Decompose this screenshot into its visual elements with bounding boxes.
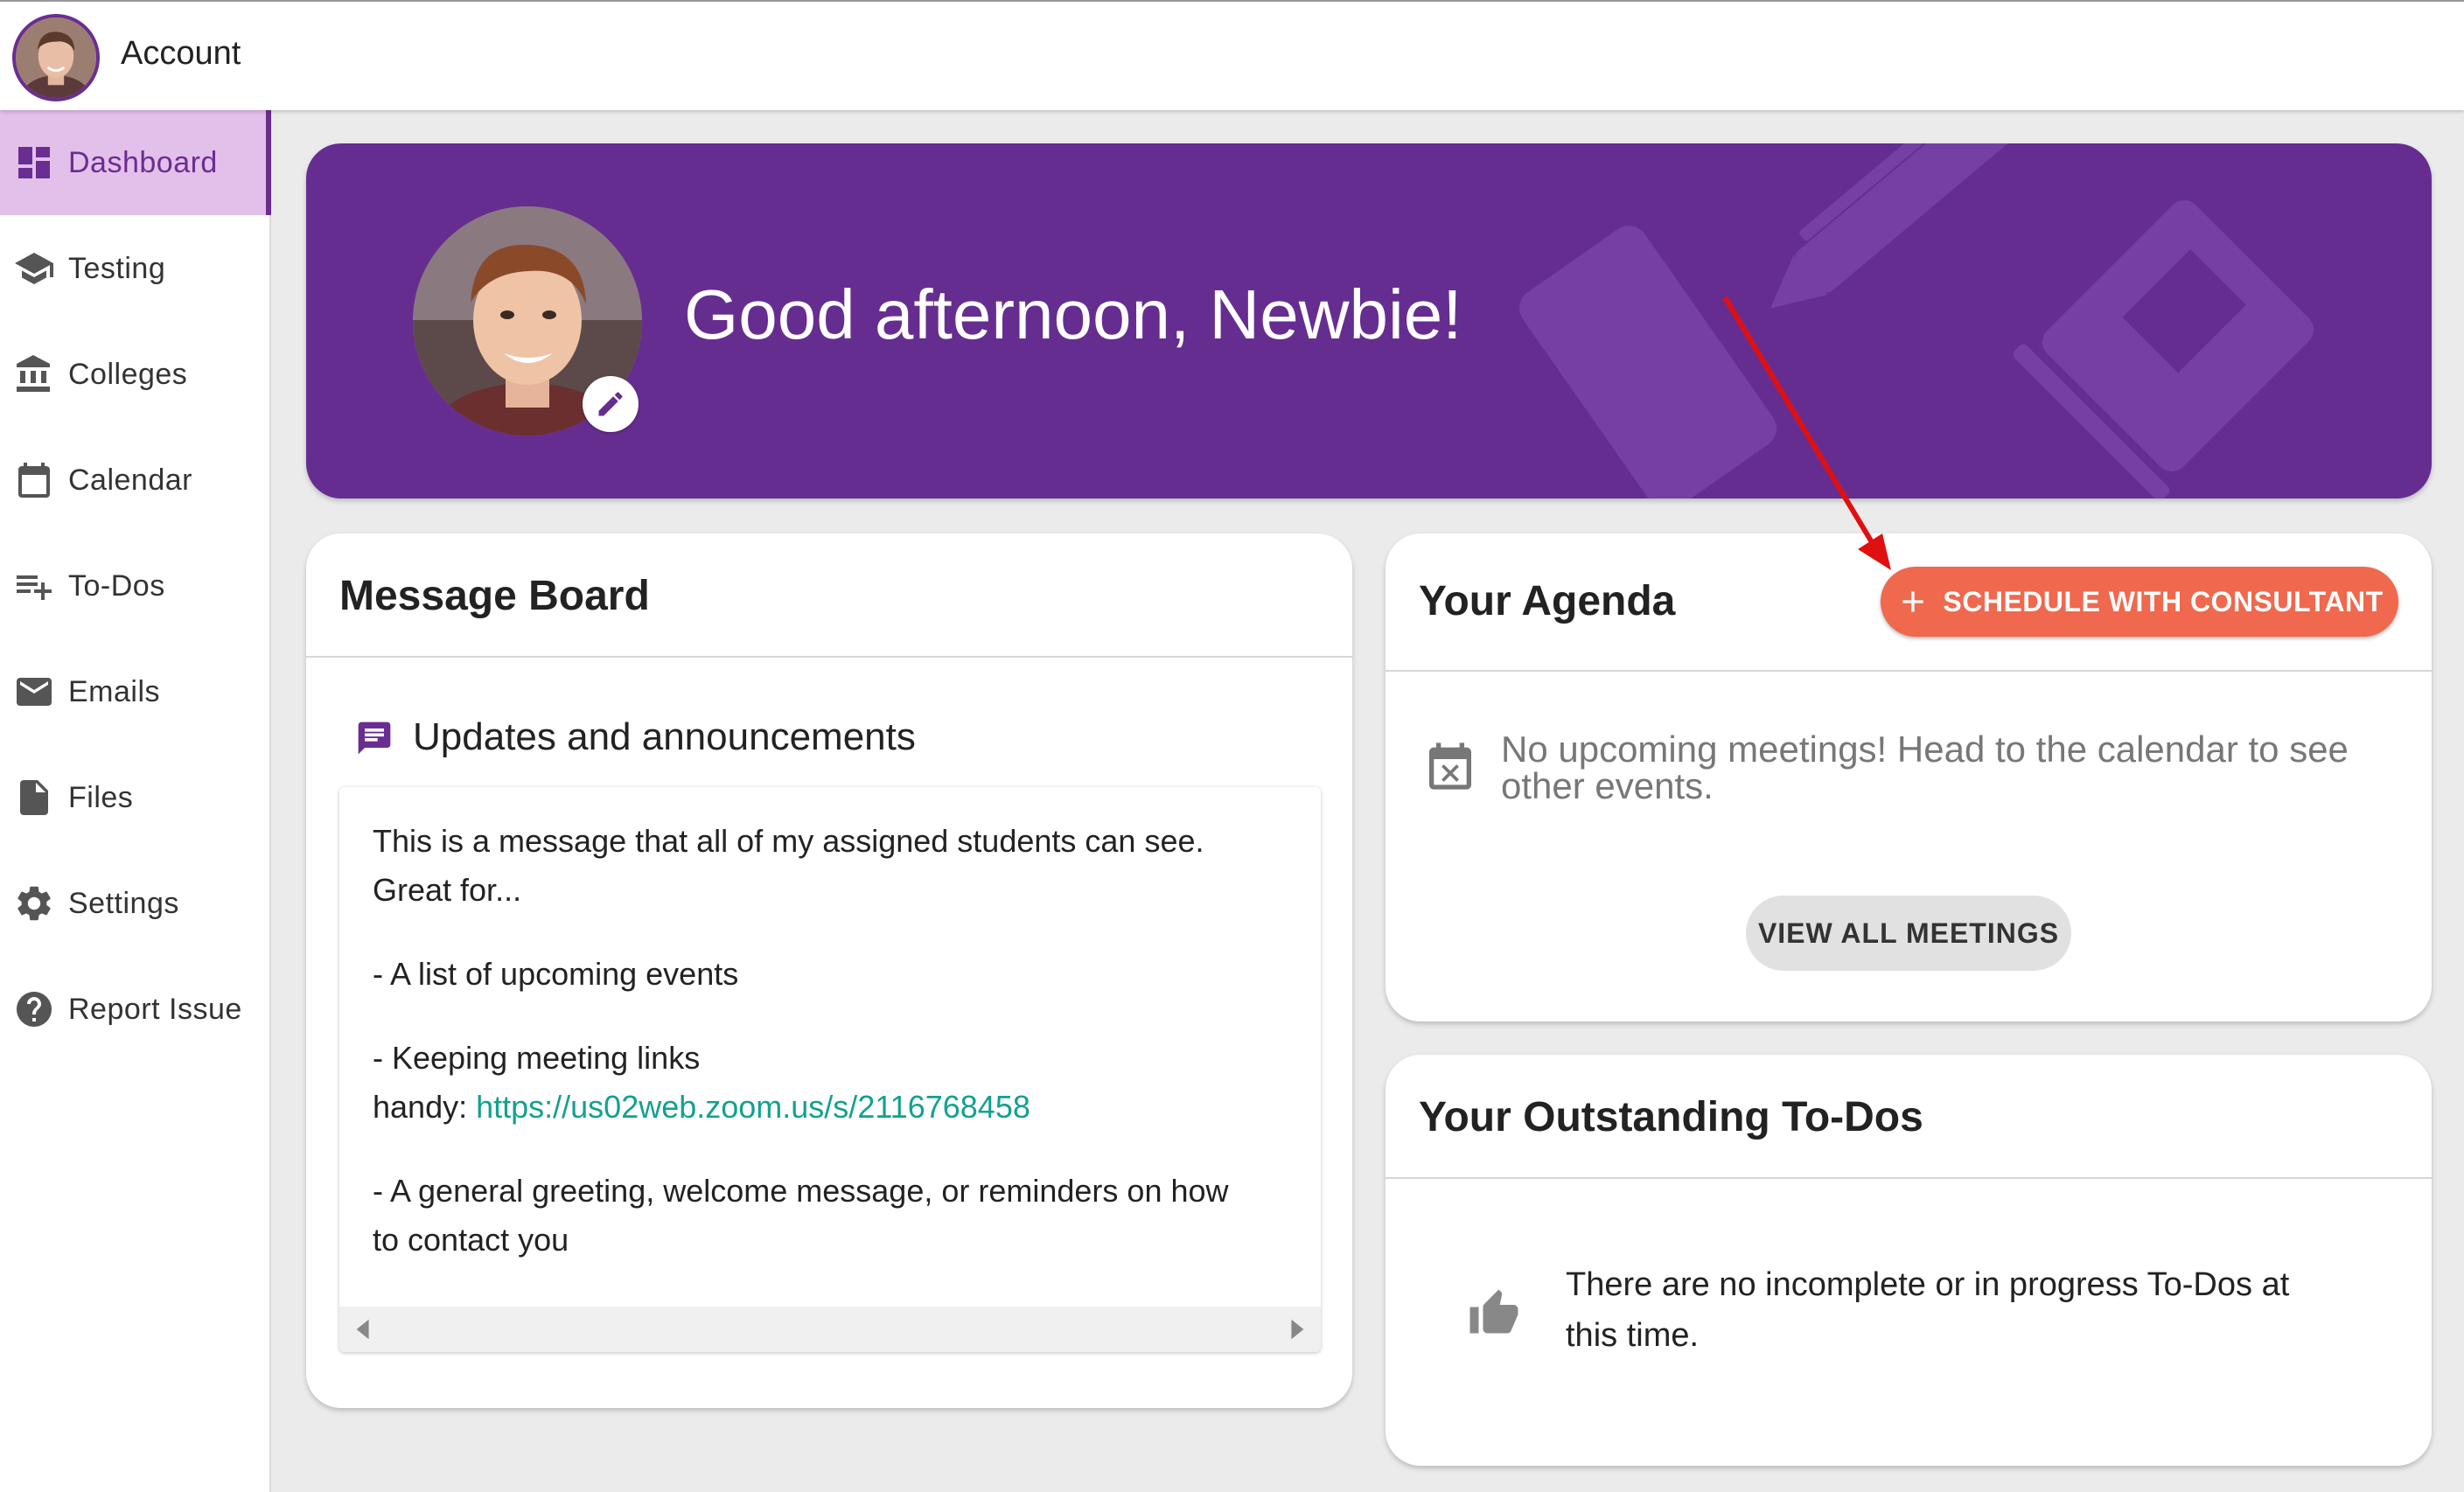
playlist-add-icon [12, 564, 56, 608]
announcements-heading: Updates and announcements [413, 715, 916, 758]
agenda-title: Your Agenda [1419, 578, 1676, 624]
sidebar-item-label: Colleges [68, 357, 188, 391]
edit-avatar-button[interactable] [583, 376, 639, 432]
file-icon [12, 776, 56, 819]
message-line: to contact you [373, 1222, 569, 1258]
thumbs-up-icon [1469, 1289, 1518, 1334]
divider [1386, 670, 2432, 672]
horizontal-scrollbar[interactable] [339, 1307, 1321, 1352]
sidebar-item-todos[interactable]: To-Dos [0, 533, 271, 638]
sidebar-item-label: Report Issue [68, 992, 242, 1026]
view-all-meetings-button[interactable]: VIEW ALL MEETINGS [1746, 896, 2071, 971]
todos-title: Your Outstanding To-Dos [1419, 1094, 1923, 1140]
todos-card: Your Outstanding To-Dos There are no inc… [1386, 1055, 2432, 1466]
message-line: This is a message that all of my assigne… [373, 823, 1204, 859]
dashboard-icon [12, 141, 56, 185]
pencil-icon [598, 392, 623, 416]
sidebar-item-dashboard[interactable]: Dashboard [0, 110, 271, 215]
message-line: - Keeping meeting links [373, 1040, 701, 1076]
plus-icon [1902, 591, 1924, 612]
zoom-link[interactable]: https://us02web.zoom.us/s/2116768458 [476, 1089, 1030, 1125]
calendar-remove-icon [1429, 743, 1471, 790]
schedule-button-label: SCHEDULE WITH CONSULTANT [1943, 585, 2384, 617]
sidebar-item-calendar[interactable]: Calendar [0, 428, 271, 533]
message-line: - A list of upcoming events [373, 956, 739, 992]
message-line: Great for... [373, 872, 522, 908]
agenda-card: Your Agenda SCHEDULE WITH CONSULTANT No … [1386, 533, 2432, 1021]
message-board-card: Message Board Updates and announcements … [306, 533, 1352, 1408]
help-icon [12, 987, 56, 1031]
sidebar-item-testing[interactable]: Testing [0, 216, 271, 321]
gear-icon [12, 882, 56, 925]
sidebar-item-colleges[interactable]: Colleges [0, 322, 271, 427]
calendar-icon [12, 458, 56, 502]
message-board-title: Message Board [339, 573, 650, 619]
greeting-heading: Good afternoon, Newbie! [684, 275, 1462, 353]
no-todos-line: this time. [1566, 1317, 1700, 1354]
sidebar-item-settings[interactable]: Settings [0, 851, 271, 956]
graduation-cap-icon [12, 247, 56, 290]
scroll-right-icon[interactable] [1284, 1317, 1309, 1342]
sidebar-item-label: Emails [68, 674, 161, 708]
avatar[interactable] [12, 14, 100, 101]
welcome-banner: Good afternoon, Newbie! [306, 143, 2432, 498]
mail-icon [12, 670, 56, 714]
message-line: - A general greeting, welcome message, o… [373, 1173, 1229, 1209]
account-label[interactable]: Account [121, 35, 241, 73]
divider [306, 656, 1352, 658]
no-todos-line: There are no incomplete or in progress T… [1566, 1266, 2290, 1303]
sidebar: Dashboard Testing Colleges Calendar To-D… [0, 110, 271, 1492]
message-line-with-link: handy: https://us02web.zoom.us/s/2116768… [373, 1083, 1030, 1132]
announcement-icon [358, 722, 391, 755]
divider [1386, 1177, 2432, 1179]
sidebar-item-files[interactable]: Files [0, 745, 271, 850]
sidebar-item-emails[interactable]: Emails [0, 639, 271, 744]
sidebar-item-label: To-Dos [68, 568, 165, 603]
no-todos-text: There are no incomplete or in progress T… [1566, 1259, 2335, 1361]
sidebar-item-label: Calendar [68, 463, 192, 497]
sidebar-item-label: Testing [68, 251, 166, 285]
no-meetings-text: No upcoming meetings! Head to the calend… [1501, 729, 2349, 806]
sidebar-item-label: Files [68, 780, 134, 814]
message-line: handy: [373, 1089, 477, 1125]
sidebar-item-report-issue[interactable]: Report Issue [0, 957, 271, 1062]
schedule-with-consultant-button[interactable]: SCHEDULE WITH CONSULTANT [1881, 567, 2398, 637]
message-content: This is a message that all of my assigne… [339, 787, 1321, 1352]
sidebar-item-label: Dashboard [68, 145, 218, 179]
institution-icon [12, 352, 56, 396]
top-bar: Account [0, 0, 2464, 110]
sidebar-item-label: Settings [68, 886, 179, 920]
scroll-left-icon[interactable] [352, 1317, 376, 1342]
